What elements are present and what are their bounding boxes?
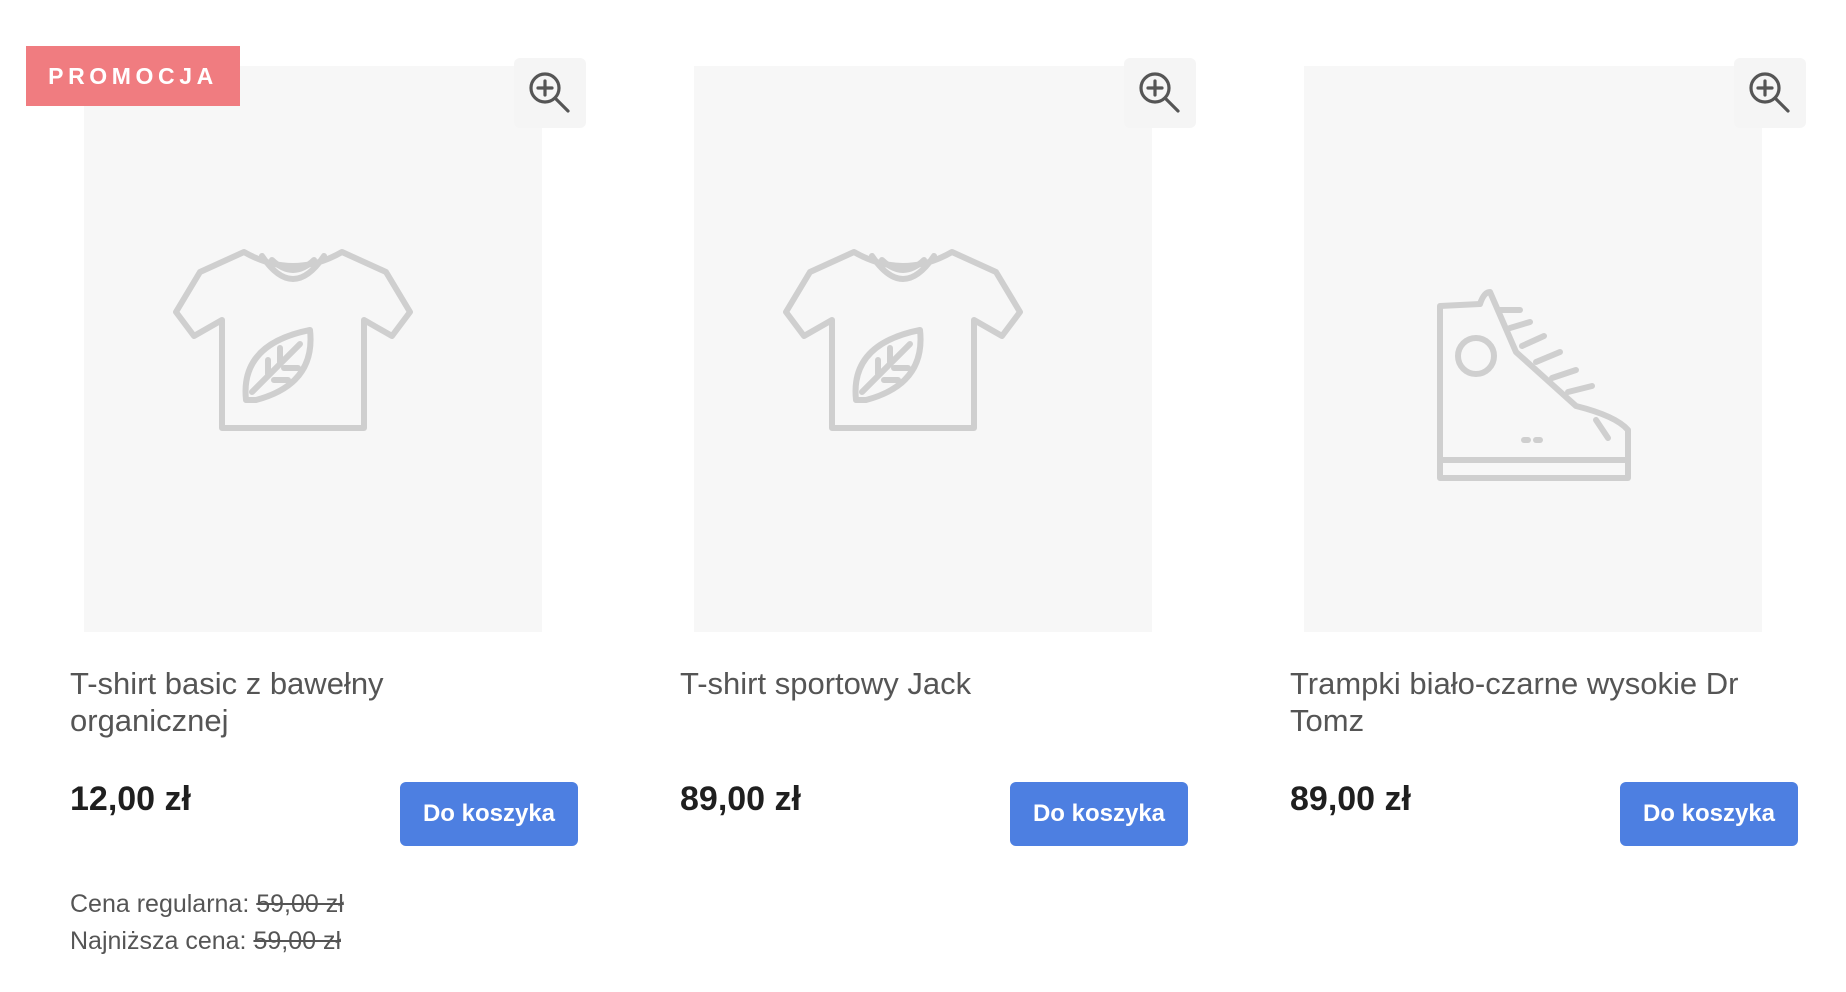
add-to-cart-button[interactable]: Do koszyka: [1010, 782, 1188, 846]
tshirt-leaf-icon: [783, 249, 1023, 431]
lowest-price-value: 59,00 zł: [253, 927, 341, 955]
product-image[interactable]: [84, 66, 542, 632]
promo-badge: PROMOCJA: [26, 46, 240, 106]
product-card: T-shirt sportowy Jack 89,00 zł Do koszyk…: [636, 0, 1196, 992]
zoom-in-icon: [1139, 72, 1180, 113]
add-to-cart-button[interactable]: Do koszyka: [400, 782, 578, 846]
product-price: 12,00 zł: [70, 780, 191, 818]
price-notes: Cena regularna: 59,00 zł Najniższa cena:…: [70, 886, 344, 960]
tshirt-leaf-icon: [173, 249, 413, 431]
regular-price-value: 59,00 zł: [256, 890, 344, 918]
regular-price-label: Cena regularna:: [70, 890, 250, 918]
product-card: PROMOCJA T-shirt basic z bawełny organic…: [26, 0, 586, 992]
regular-price-line: Cena regularna: 59,00 zł: [70, 886, 344, 923]
product-title[interactable]: T-shirt sportowy Jack: [680, 665, 1160, 702]
zoom-button[interactable]: [1734, 58, 1806, 128]
product-title[interactable]: T-shirt basic z bawełny organicznej: [70, 665, 550, 739]
lowest-price-label: Najniższa cena:: [70, 927, 247, 955]
zoom-in-icon: [1749, 72, 1790, 113]
add-to-cart-button[interactable]: Do koszyka: [1620, 782, 1798, 846]
product-image[interactable]: [694, 66, 1152, 632]
product-price: 89,00 zł: [680, 780, 801, 818]
product-title[interactable]: Trampki biało-czarne wysokie Dr Tomz: [1290, 665, 1770, 739]
product-price: 89,00 zł: [1290, 780, 1411, 818]
product-card: Trampki biało-czarne wysokie Dr Tomz 89,…: [1246, 0, 1806, 992]
zoom-button[interactable]: [1124, 58, 1196, 128]
zoom-button[interactable]: [514, 58, 586, 128]
sneaker-icon: [1437, 289, 1631, 481]
zoom-in-icon: [529, 72, 570, 113]
lowest-price-line: Najniższa cena: 59,00 zł: [70, 923, 344, 960]
product-image[interactable]: [1304, 66, 1762, 632]
